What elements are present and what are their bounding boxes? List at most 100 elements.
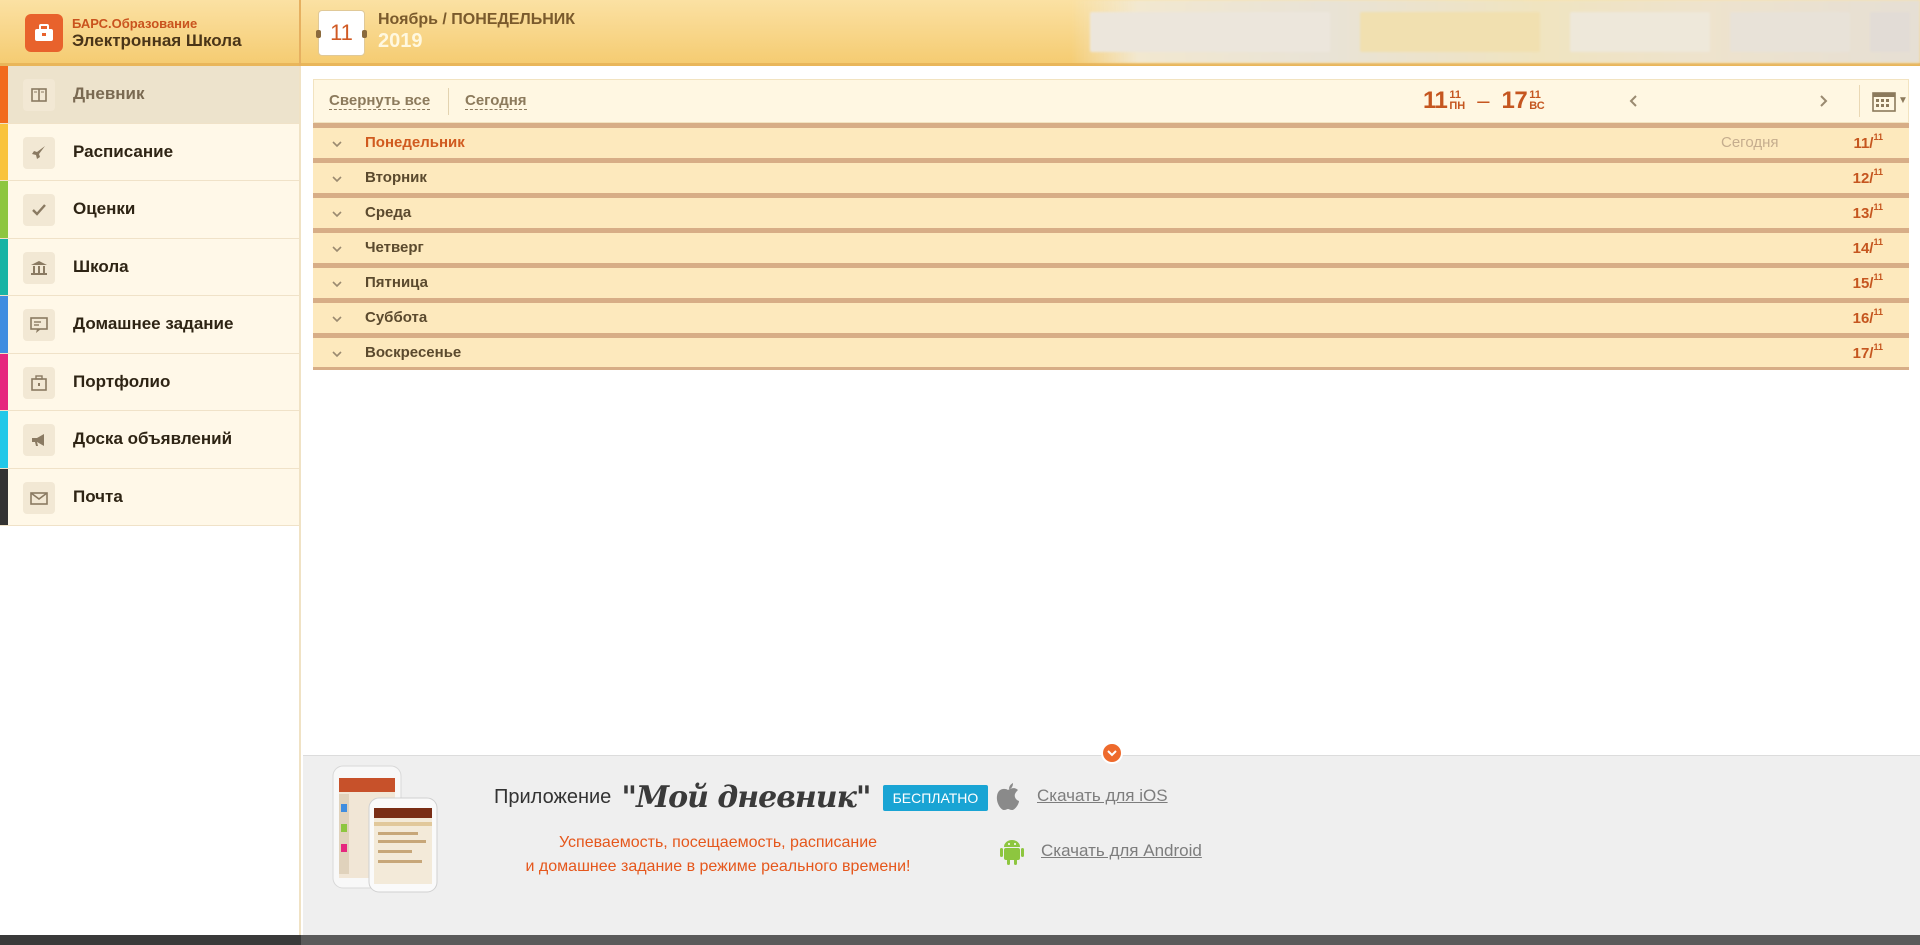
phones-illustration-icon: [332, 765, 438, 893]
sidebar-stripe: [0, 353, 8, 410]
day-name: Четверг: [365, 239, 424, 256]
day-row-tuesday[interactable]: Вторник 12/11: [313, 158, 1909, 193]
sidebar-item-diary[interactable]: Дневник: [0, 66, 299, 124]
brand-bottom: Электронная Школа: [72, 30, 242, 50]
days-list: Понедельник Сегодня 11/11 Вторник 12/11 …: [313, 123, 1909, 370]
calendar-picker-button[interactable]: ▼: [1859, 85, 1908, 117]
day-date: 17/11: [1852, 342, 1883, 362]
ios-download-link[interactable]: Скачать для iOS: [1037, 786, 1168, 806]
top-header: БАРС.Образование Электронная Школа 11 Но…: [0, 0, 1920, 66]
sidebar-item-label: Школа: [73, 256, 129, 276]
sidebar-item-grades[interactable]: Оценки: [0, 181, 299, 239]
sidebar-item-label: Дневник: [73, 84, 145, 104]
chevron-down-icon: [332, 316, 342, 323]
apple-icon: [996, 783, 1019, 810]
promo-collapse-chevron-down-icon[interactable]: [1101, 742, 1123, 764]
week-range: 11 11 ПН – 17 11 ВС: [1423, 86, 1545, 116]
day-name: Пятница: [365, 274, 428, 291]
sidebar-stripe: [0, 296, 8, 353]
sidebar-item-label: Оценки: [73, 199, 136, 219]
sidebar-stripe: [0, 123, 8, 180]
calendar-day-icon: 11: [316, 10, 367, 56]
user-panel-blurred[interactable]: [1070, 0, 1920, 63]
promo-desc-line1: Успеваемость, посещаемость, расписание: [558, 834, 878, 851]
sidebar-stripe: [0, 468, 8, 525]
day-row-friday[interactable]: Пятница 15/11: [313, 263, 1909, 298]
day-row-thursday[interactable]: Четверг 14/11: [313, 228, 1909, 263]
promo-desc-line2: и домашнее задание в режиме реального вр…: [525, 858, 911, 875]
day-date: 15/11: [1852, 272, 1883, 292]
chevron-down-icon: [332, 141, 342, 148]
promo-description: Успеваемость, посещаемость, расписание и…: [493, 831, 943, 879]
sidebar-item-portfolio[interactable]: Портфолио: [0, 353, 299, 411]
day-date: 11/11: [1853, 132, 1883, 152]
today-label: Сегодня: [1721, 134, 1779, 151]
sidebar-item-school[interactable]: Школа: [0, 238, 299, 296]
sidebar-item-label: Почта: [73, 486, 123, 506]
sidebar: Дневник Расписание Оценки Школа Домашнее…: [0, 66, 301, 945]
chevron-down-icon: [332, 211, 342, 218]
sidebar-stripe: [0, 181, 8, 238]
megaphone-icon: [23, 424, 55, 456]
day-date: 12/11: [1852, 167, 1883, 187]
free-badge: БЕСПЛАТНО: [882, 784, 989, 811]
checkmark-icon: [23, 194, 55, 226]
caret-down-icon: ▼: [1898, 95, 1908, 106]
briefcase-icon: [23, 366, 55, 399]
range-end-weekday: ВС: [1529, 100, 1545, 112]
chevron-down-icon: [332, 281, 342, 288]
brand-top: БАРС.Образование: [72, 15, 198, 31]
android-download-link[interactable]: Скачать для Android: [1041, 841, 1202, 861]
book-icon: [23, 79, 55, 111]
day-date: 13/11: [1852, 202, 1883, 222]
range-end-day: 17: [1501, 87, 1528, 114]
sidebar-item-homework[interactable]: Домашнее задание: [0, 296, 299, 354]
sidebar-item-schedule[interactable]: Расписание: [0, 123, 299, 181]
envelope-icon: [23, 481, 55, 514]
sidebar-item-label: Доска объявлений: [73, 429, 233, 449]
day-name: Понедельник: [365, 134, 465, 151]
today-link[interactable]: Сегодня: [465, 93, 527, 110]
day-name: Воскресенье: [365, 344, 462, 361]
range-start-day: 11: [1423, 87, 1448, 114]
ios-download[interactable]: Скачать для iOS: [993, 780, 1168, 812]
sidebar-stripe: [0, 238, 8, 295]
android-icon: [1000, 840, 1024, 865]
calendar-icon: [1872, 92, 1896, 112]
sidebar-item-label: Портфолио: [73, 371, 171, 391]
rocket-icon: [23, 136, 55, 169]
homework-icon: [23, 309, 55, 341]
chevron-down-icon: [332, 176, 342, 183]
day-row-wednesday[interactable]: Среда 13/11: [313, 193, 1909, 228]
next-week-chevron-right-icon[interactable]: [1814, 90, 1832, 112]
day-row-sunday[interactable]: Воскресенье 17/11: [313, 333, 1909, 370]
promo-title-prefix: Приложение: [494, 786, 612, 808]
day-name: Суббота: [365, 309, 428, 326]
logo[interactable]: БАРС.Образование Электронная Школа: [0, 0, 301, 66]
chevron-down-icon: [332, 246, 342, 253]
day-date: 16/11: [1852, 307, 1883, 327]
day-row-monday[interactable]: Понедельник Сегодня 11/11: [313, 123, 1909, 158]
sidebar-item-board[interactable]: Доска объявлений: [0, 411, 299, 469]
divider: [448, 88, 449, 115]
day-date: 14/11: [1852, 237, 1883, 257]
date-line: Ноябрь / ПОНЕДЕЛЬНИК: [378, 11, 576, 28]
android-download[interactable]: Скачать для Android: [997, 835, 1202, 867]
promo-app-name: "Мой дневник": [621, 780, 871, 815]
current-date: 11 Ноябрь / ПОНЕДЕЛЬНИК 2019: [316, 10, 576, 56]
chevron-down-icon: [332, 351, 342, 358]
sidebar-item-label: Расписание: [73, 141, 174, 161]
sidebar-stripe: [0, 66, 8, 123]
school-building-icon: [23, 251, 55, 284]
bottom-bar: [0, 935, 1920, 945]
sidebar-item-mail[interactable]: Почта: [0, 468, 299, 526]
range-start-weekday: ПН: [1449, 100, 1466, 112]
collapse-all-link[interactable]: Свернуть все: [329, 93, 431, 110]
sidebar-stripe: [0, 411, 8, 468]
day-row-saturday[interactable]: Суббота 16/11: [313, 298, 1909, 333]
promo-title: Приложение "Мой дневник" БЕСПЛАТНО: [494, 780, 989, 815]
sidebar-item-label: Домашнее задание: [73, 314, 234, 334]
diary-toolbar: Свернуть все Сегодня 11 11 ПН – 17 11 ВС…: [313, 79, 1909, 123]
prev-week-chevron-left-icon[interactable]: [1625, 90, 1643, 112]
briefcase-logo-icon: [25, 14, 63, 52]
